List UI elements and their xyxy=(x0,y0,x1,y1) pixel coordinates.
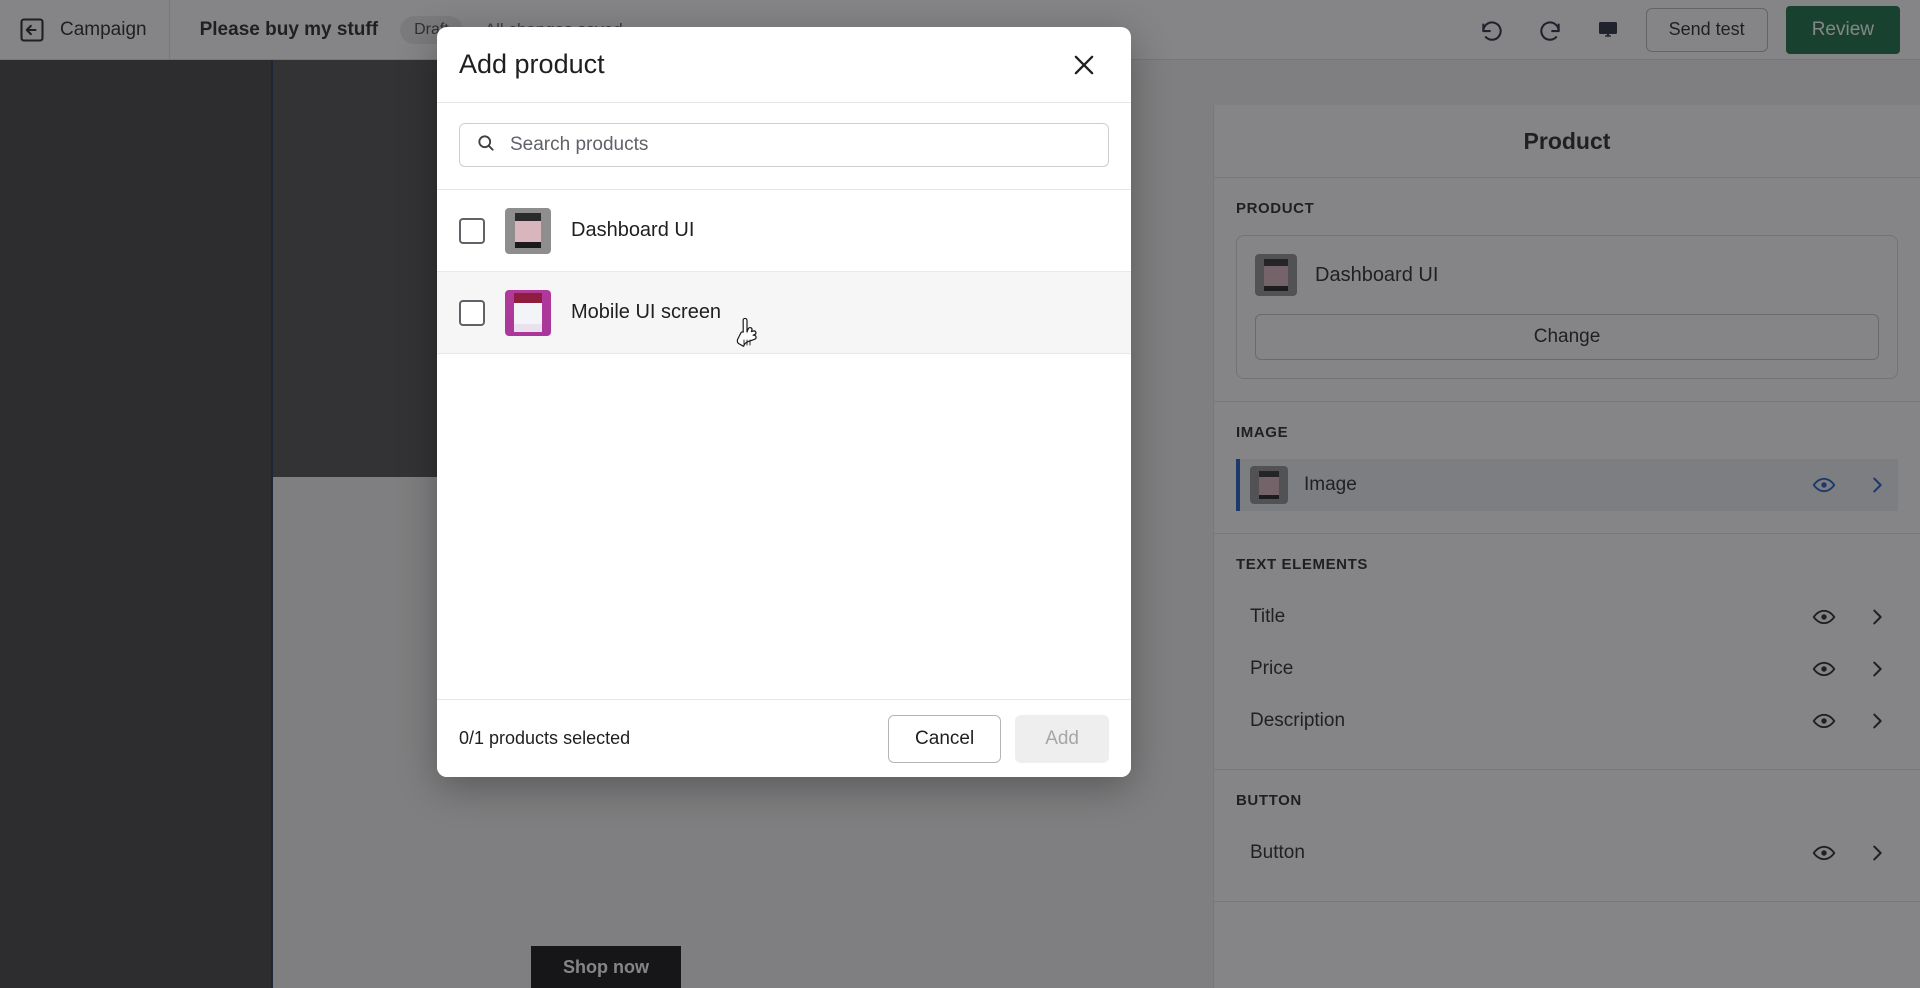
dashboard-thumbnail xyxy=(505,207,551,254)
product-checkbox[interactable] xyxy=(459,217,485,244)
search-field[interactable] xyxy=(459,123,1109,167)
search-input[interactable] xyxy=(510,134,1092,156)
product-list[interactable]: Dashboard UI Mobile UI screen xyxy=(437,190,1131,699)
selection-count: 0/1 products selected xyxy=(459,728,631,748)
product-checkbox[interactable] xyxy=(459,299,485,326)
app-root: Campaign Please buy my stuff Draft All c… xyxy=(0,0,1920,988)
cancel-button[interactable]: Cancel xyxy=(888,714,1002,763)
product-name: Dashboard UI xyxy=(571,219,695,241)
dialog-footer-buttons: Cancel Add xyxy=(888,714,1109,763)
add-button: Add xyxy=(1015,714,1109,763)
product-name: Mobile UI screen xyxy=(571,301,722,323)
dialog-title: Add product xyxy=(459,49,605,79)
search-icon xyxy=(476,133,496,158)
dialog-search-area xyxy=(437,103,1131,190)
product-list-item[interactable]: Mobile UI screen xyxy=(437,272,1131,354)
dialog-header: Add product xyxy=(437,27,1131,103)
mouse-cursor-pointer xyxy=(735,317,761,355)
add-product-dialog: Add product Dashboard UI xyxy=(437,27,1131,777)
product-list-item[interactable]: Dashboard UI xyxy=(437,190,1131,272)
dialog-footer: 0/1 products selected Cancel Add xyxy=(437,699,1131,777)
close-icon[interactable] xyxy=(1063,44,1105,86)
mobile-thumbnail xyxy=(505,289,551,336)
